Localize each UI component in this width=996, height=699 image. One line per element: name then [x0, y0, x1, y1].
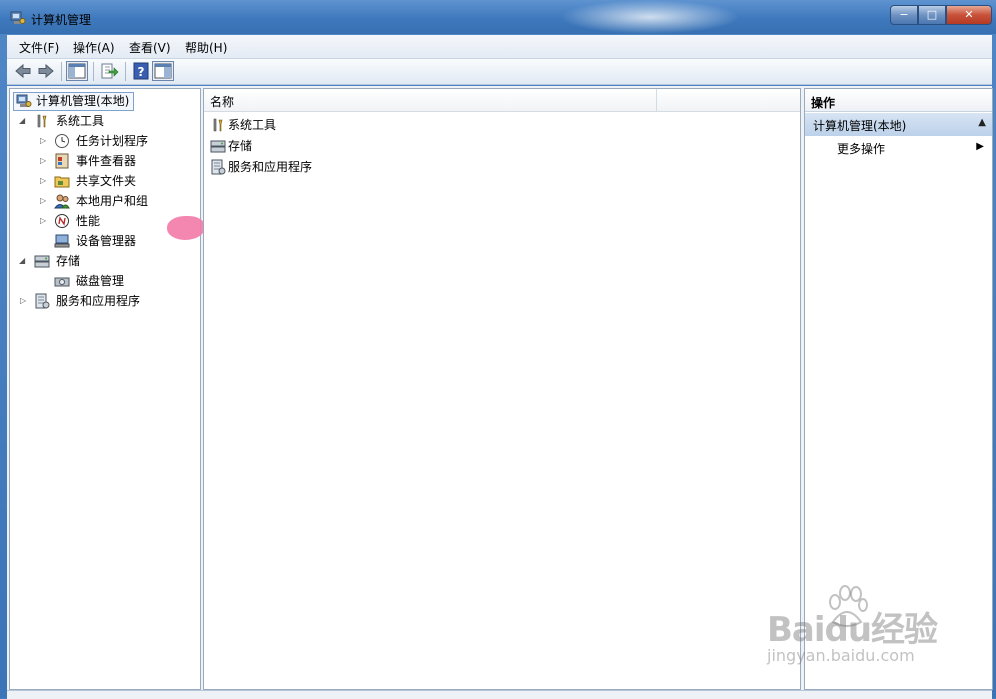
toolbar-separator — [61, 62, 62, 81]
performance-icon — [55, 214, 69, 228]
actions-pane[interactable]: 操作 计算机管理(本地) ▲ 更多操作 ▶ Baidu经验 jingyan.ba… — [767, 88, 993, 690]
expand-triangle-icon[interactable]: ▷ — [40, 217, 48, 225]
list-item-label: 系统工具 — [228, 118, 277, 132]
menu-file[interactable]: 文件(F) — [19, 39, 59, 56]
tree-item-label: 设备管理器 — [76, 234, 137, 248]
caption-buttons: − □ ✕ — [890, 5, 992, 25]
toolbar-separator — [125, 62, 126, 81]
tools-icon — [37, 114, 47, 128]
tree-item-performance[interactable]: ▷ 性能 — [14, 212, 124, 230]
tree-item-label: 本地用户和组 — [76, 194, 149, 208]
column-header-name[interactable]: 名称 — [210, 93, 234, 110]
actions-title: 操作 — [811, 96, 836, 110]
toolbar-separator — [93, 62, 94, 81]
collapse-triangle-icon[interactable]: ◢ — [19, 257, 27, 265]
device-manager-icon — [54, 234, 70, 248]
collapse-triangle-icon[interactable]: ◢ — [19, 117, 27, 125]
back-arrow-icon[interactable] — [13, 62, 33, 80]
column-divider[interactable] — [656, 89, 657, 111]
collapse-up-icon[interactable]: ▲ — [978, 117, 986, 128]
show-hide-action-pane-icon[interactable] — [152, 61, 174, 81]
export-list-icon[interactable] — [99, 62, 119, 80]
list-item-label: 存储 — [228, 139, 253, 153]
results-list-pane[interactable]: 名称 系统工具 存储 服务和应用程序 — [203, 88, 801, 690]
svg-text:?: ? — [138, 65, 145, 79]
services-icon — [211, 159, 226, 175]
tree-item-device-manager[interactable]: 设备管理器 — [14, 232, 154, 250]
list-item-label: 服务和应用程序 — [228, 160, 313, 174]
computer-management-icon[interactable] — [10, 10, 26, 26]
title-bar[interactable]: 计算机管理 − □ ✕ — [0, 0, 996, 34]
tree-item-label: 任务计划程序 — [76, 134, 149, 148]
title-bar-glow — [560, 0, 740, 34]
tree-item-event-viewer[interactable]: ▷ 事件查看器 — [14, 152, 154, 170]
tree-item-root[interactable]: 计算机管理(本地) — [14, 92, 134, 110]
expand-triangle-icon[interactable]: ▷ — [40, 157, 48, 165]
tree-item-label: 服务和应用程序 — [56, 294, 141, 308]
computer-management-window: 计算机管理 − □ ✕ 文件(F) 操作(A) 查看(V) 帮助(H) ? 计算… — [0, 0, 996, 699]
disk-icon — [54, 277, 70, 287]
watermark-brand: Baidu经验 — [767, 610, 938, 650]
main-content: 计算机管理(本地) ◢ 系统工具 ▷ 任务计划程序 ▷ 事件查看器 ▷ 共享文件… — [7, 86, 993, 690]
minimize-button[interactable]: − — [890, 5, 918, 25]
tree-item-label: 系统工具 — [56, 114, 105, 128]
tree-item-disk-management[interactable]: 磁盘管理 — [14, 272, 144, 290]
services-icon — [35, 293, 50, 309]
tools-icon — [213, 118, 223, 132]
expand-triangle-icon[interactable]: ▷ — [40, 137, 48, 145]
help-icon[interactable]: ? — [131, 62, 151, 80]
actions-section-computer-management[interactable]: 计算机管理(本地) ▲ — [805, 113, 992, 136]
menu-bar: 文件(F) 操作(A) 查看(V) 帮助(H) — [7, 35, 992, 59]
list-header: 名称 — [204, 89, 800, 112]
event-viewer-icon — [55, 153, 69, 169]
tree-item-label: 事件查看器 — [76, 154, 137, 168]
expand-triangle-icon[interactable]: ▷ — [40, 197, 48, 205]
storage-icon — [34, 255, 50, 268]
toolbar: ? — [7, 59, 992, 85]
actions-header: 操作 — [805, 89, 992, 112]
pink-scribble-mark — [167, 216, 205, 240]
tree-item-label: 计算机管理(本地) — [36, 94, 130, 108]
console-tree-pane[interactable]: 计算机管理(本地) ◢ 系统工具 ▷ 任务计划程序 ▷ 事件查看器 ▷ 共享文件… — [9, 88, 205, 690]
watermark-url: jingyan.baidu.com — [767, 646, 915, 665]
clock-icon — [55, 134, 69, 148]
forward-arrow-icon[interactable] — [36, 62, 56, 80]
expand-triangle-icon[interactable]: ▷ — [20, 297, 28, 305]
close-button[interactable]: ✕ — [946, 5, 992, 25]
tree-item-label: 磁盘管理 — [76, 274, 125, 288]
menu-view[interactable]: 查看(V) — [129, 39, 171, 56]
tree-item-shared-folders[interactable]: ▷ 共享文件夹 — [14, 172, 154, 190]
users-icon — [54, 194, 70, 209]
more-actions-link[interactable]: 更多操作 — [837, 140, 885, 157]
menu-action[interactable]: 操作(A) — [73, 39, 115, 56]
show-hide-console-tree-icon[interactable] — [66, 61, 88, 81]
tree-item-task-scheduler[interactable]: ▷ 任务计划程序 — [14, 132, 164, 150]
expand-triangle-icon[interactable]: ▷ — [40, 177, 48, 185]
shared-folder-icon — [54, 176, 70, 188]
tree-item-storage[interactable]: ◢ 存储 — [14, 252, 114, 270]
storage-icon — [210, 140, 226, 153]
menu-help[interactable]: 帮助(H) — [185, 39, 227, 56]
tree-item-local-users[interactable]: ▷ 本地用户和组 — [14, 192, 164, 210]
submenu-arrow-icon[interactable]: ▶ — [976, 141, 984, 152]
tree-item-services-apps[interactable]: ▷ 服务和应用程序 — [14, 292, 164, 310]
actions-section-label: 计算机管理(本地) — [813, 119, 907, 133]
tree-item-label: 共享文件夹 — [76, 174, 137, 188]
tree-item-label: 性能 — [76, 214, 101, 228]
tree-item-label: 存储 — [56, 254, 81, 268]
baidu-watermark: Baidu经验 jingyan.baidu.com — [765, 584, 965, 674]
tree-item-system-tools[interactable]: ◢ 系统工具 — [14, 112, 124, 130]
maximize-button[interactable]: □ — [918, 5, 946, 25]
computer-management-icon — [16, 94, 32, 107]
window-title: 计算机管理 — [31, 13, 92, 27]
